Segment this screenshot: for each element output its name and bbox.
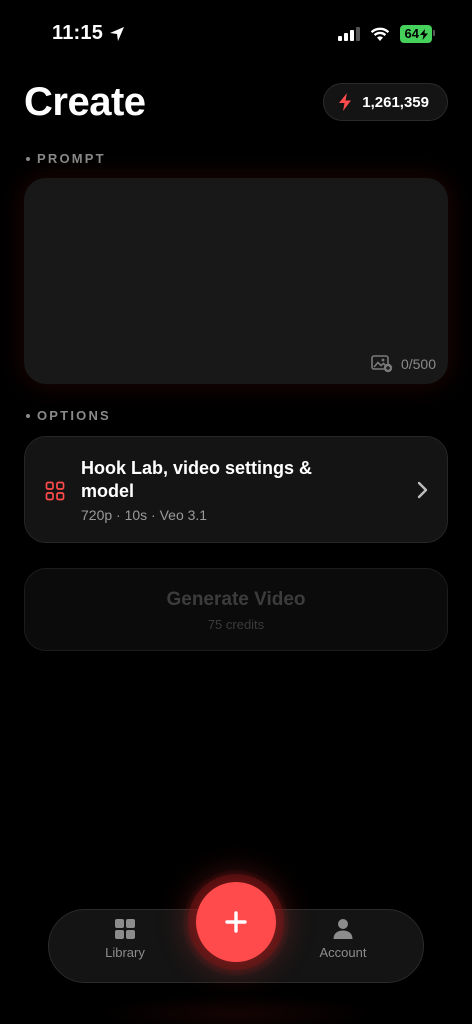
chevron-right-icon: [417, 481, 428, 499]
page-title: Create: [24, 80, 146, 124]
options-subtitle: 720p · 10s · Veo 3.1: [81, 507, 208, 523]
generate-video-button[interactable]: Generate Video 75 credits: [24, 568, 448, 651]
bullet-dot: [26, 156, 30, 161]
generate-credits-cost: 75 credits: [207, 617, 265, 632]
options-section-label: OPTIONS: [26, 408, 111, 423]
bullet-dot: [26, 413, 30, 418]
nav-library-label: Library: [105, 945, 145, 960]
battery-indicator: 64: [399, 25, 436, 43]
location-arrow-icon: [110, 26, 125, 41]
prompt-input[interactable]: [24, 178, 448, 344]
grid-icon: [45, 481, 65, 501]
options-section-label-text: OPTIONS: [37, 408, 111, 423]
wifi-icon: [370, 27, 389, 41]
generate-video-label: Generate Video: [166, 589, 306, 610]
nav-library-tab[interactable]: Library: [75, 918, 175, 960]
charging-bolt-icon: [420, 28, 428, 40]
prompt-footer: 0/500: [371, 355, 436, 373]
person-icon: [333, 919, 353, 939]
image-attach-icon[interactable]: [371, 355, 393, 373]
lightning-bolt-icon: [339, 93, 352, 111]
credits-balance-button[interactable]: 1,261,359: [323, 83, 448, 121]
status-time-text: 11:15: [52, 22, 104, 44]
prompt-char-count: 0/500: [400, 356, 436, 372]
nav-account-tab[interactable]: Account: [293, 918, 393, 960]
options-card-button[interactable]: Hook Lab, video settings & model 720p · …: [24, 436, 448, 543]
bottom-glow: [96, 994, 376, 1024]
cellular-signal-icon: [337, 27, 360, 41]
prompt-section-label: PROMPT: [26, 151, 106, 166]
library-grid-icon: [115, 919, 135, 939]
prompt-box: 0/500: [24, 178, 448, 384]
plus-icon: [225, 911, 247, 933]
credits-balance: 1,261,359: [362, 93, 429, 111]
options-title: Hook Lab, video settings & model: [81, 458, 313, 501]
nav-account-label: Account: [319, 945, 367, 960]
status-bar: 11:15 64: [0, 0, 472, 70]
create-screen: 11:15 64 Create 1,261,359 PROMPT 0/500 O…: [0, 0, 472, 1024]
battery-level: 64: [404, 26, 419, 41]
prompt-section-label-text: PROMPT: [37, 151, 106, 166]
status-icons: 64: [337, 25, 436, 43]
create-fab-button[interactable]: [196, 882, 276, 962]
status-time: 11:15: [52, 22, 125, 45]
